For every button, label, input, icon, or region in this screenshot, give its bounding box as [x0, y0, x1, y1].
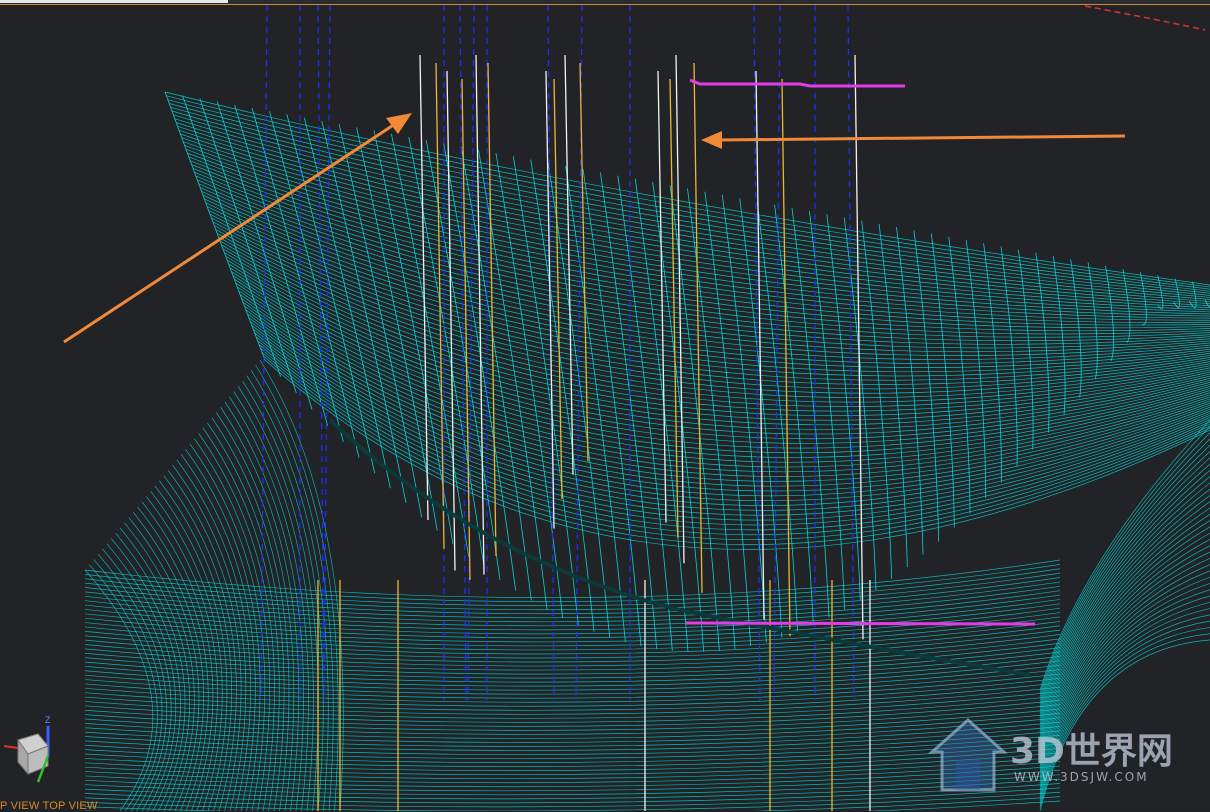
mesh-line [216, 229, 1210, 390]
mesh-line [197, 179, 1210, 338]
mesh-line [189, 156, 1210, 321]
toolpath-line [693, 62, 703, 593]
mesh-line [199, 98, 297, 394]
rapid-moves [260, 4, 855, 701]
mesh-line [1139, 272, 1147, 325]
arrow-left-head [386, 113, 412, 134]
arrow-right-shaft [717, 134, 1126, 142]
rapid-line [467, 4, 475, 701]
mesh-line [234, 104, 329, 426]
rapid-line [847, 4, 855, 701]
mesh-line [582, 169, 642, 646]
model-scene [63, 4, 1210, 811]
mesh-line [1188, 281, 1197, 309]
mesh-line [84, 603, 1061, 639]
mesh-line [84, 559, 1061, 599]
mesh-line [1039, 482, 1210, 725]
watermark-url: WWW.3DSJW.COM [1014, 770, 1149, 784]
boundary-curve-red [1084, 5, 1206, 31]
mesh-line [176, 122, 1210, 302]
watermark: 3D世界网 WWW.3DSJW.COM [928, 716, 1190, 794]
toolpath-line [564, 54, 574, 475]
x-axis-line [3, 745, 19, 749]
arrow-right-head [701, 131, 722, 149]
mesh-line [206, 202, 1210, 360]
toolpath-line [854, 54, 864, 640]
z-axis-label: Z [45, 715, 51, 725]
mesh-line [269, 111, 360, 458]
mesh-line [233, 391, 314, 811]
mesh-line [84, 791, 1061, 811]
cad-viewport[interactable]: Z P VIEW TOP VIEW 3D世界网 WWW.3DSJW.COM [0, 0, 1210, 812]
mesh-line [408, 136, 485, 569]
watermark-title: 3D世界网 [1010, 731, 1173, 772]
view-cube-icon[interactable]: Z [3, 712, 64, 784]
house-logo-icon [928, 717, 1008, 792]
view-label: P VIEW TOP VIEW [0, 800, 98, 812]
highlight-path-top [689, 78, 905, 88]
highlight-path-bottom [685, 621, 1036, 626]
mesh-line [1039, 488, 1210, 729]
mesh-line [1039, 495, 1210, 732]
mesh-line [704, 191, 752, 647]
toolpath-line [781, 78, 791, 637]
mesh-line [145, 496, 218, 811]
mesh-line [137, 506, 209, 811]
mesh-line [1070, 259, 1082, 398]
mesh-line [1039, 457, 1210, 711]
toolpath-lines [317, 54, 1031, 811]
